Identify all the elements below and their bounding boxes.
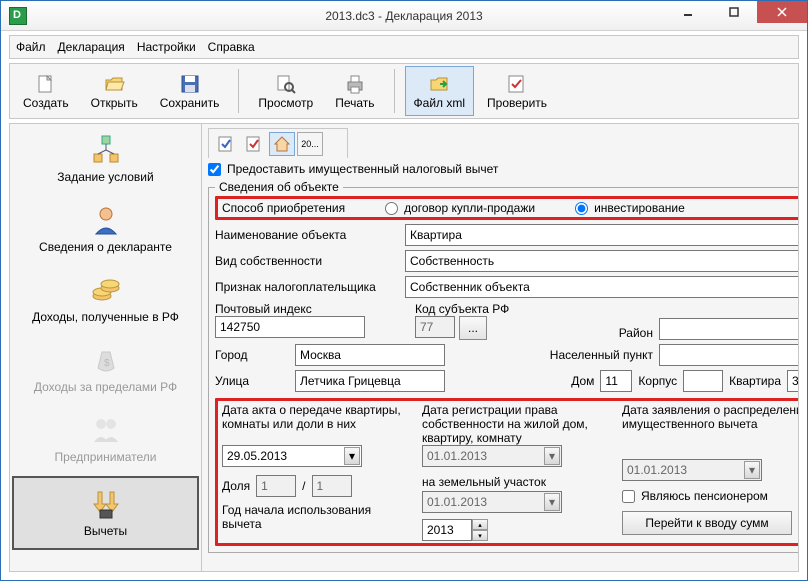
printer-icon (343, 72, 367, 96)
subject-code-label: Код субъекта РФ (415, 302, 509, 316)
open-button[interactable]: Открыть (82, 66, 147, 116)
content: 20... Предоставить имущественный налогов… (202, 124, 798, 571)
street-input[interactable] (295, 370, 445, 392)
reg-date-label: Дата регистрации права собственности на … (422, 403, 612, 445)
coins-icon (90, 274, 122, 306)
sidebar-item-income-abroad: $ Доходы за пределами РФ (10, 334, 201, 404)
postal-input[interactable] (215, 316, 365, 338)
share-label: Доля (222, 479, 250, 493)
apartment-input[interactable] (787, 370, 798, 392)
window-title: 2013.dc3 - Декларация 2013 (325, 9, 482, 23)
sidebar-item-conditions[interactable]: Задание условий (10, 124, 201, 194)
house-input[interactable] (600, 370, 632, 392)
radio-purchase[interactable]: договор купли-продажи (385, 201, 535, 215)
object-name-select[interactable]: Квартира ▾ (405, 224, 798, 246)
chevron-down-icon: ▾ (544, 447, 560, 465)
building-label: Корпус (638, 374, 677, 388)
magnifier-icon (274, 72, 298, 96)
building-input[interactable] (683, 370, 723, 392)
save-button[interactable]: Сохранить (151, 66, 229, 116)
maximize-button[interactable] (711, 1, 757, 23)
spin-down[interactable]: ▾ (472, 530, 488, 541)
preview-button[interactable]: Просмотр (249, 66, 322, 116)
app-icon (9, 7, 27, 25)
year-start-input[interactable] (422, 519, 472, 541)
object-name-label: Наименование объекта (215, 228, 405, 242)
object-info-legend: Сведения об объекте (215, 180, 343, 194)
share-den (312, 475, 352, 497)
apartment-label: Квартира (729, 374, 781, 388)
menu-help[interactable]: Справка (208, 40, 255, 54)
street-label: Улица (215, 374, 295, 388)
subject-code-input (415, 316, 455, 338)
check-button[interactable]: Проверить (478, 66, 556, 116)
toolbar: Создать Открыть Сохранить Просмотр Печат… (9, 63, 799, 119)
sidebar-item-declarant[interactable]: Сведения о декларанте (10, 194, 201, 264)
postal-label: Почтовый индекс (215, 302, 405, 316)
year-start-label: Год начала использования вычета (222, 503, 412, 531)
deductions-icon (90, 488, 122, 520)
ownership-type-label: Вид собственности (215, 254, 405, 268)
close-button[interactable] (757, 1, 807, 23)
mini-btn-20[interactable]: 20... (297, 132, 323, 156)
radio-invest[interactable]: инвестирование (575, 201, 685, 215)
print-button[interactable]: Печать (326, 66, 383, 116)
locality-label: Населенный пункт (550, 348, 653, 362)
chevron-down-icon: ▾ (744, 461, 760, 479)
pensioner-checkbox-row[interactable]: Являюсь пенсионером (622, 489, 798, 503)
sidebar-item-deductions[interactable]: Вычеты (12, 476, 199, 550)
district-input[interactable] (659, 318, 798, 340)
new-file-icon (34, 72, 58, 96)
titlebar: 2013.dc3 - Декларация 2013 (1, 1, 807, 31)
go-to-sums-button[interactable]: Перейти к вводу сумм (622, 511, 792, 535)
taxpayer-sign-select[interactable]: Собственник объекта ▾ (405, 276, 798, 298)
minimize-button[interactable] (665, 1, 711, 23)
locality-input[interactable] (659, 344, 798, 366)
menubar: Файл Декларация Настройки Справка (9, 35, 799, 59)
sidebar-item-entrepreneurs: Предприниматели (10, 404, 201, 474)
land-reg-label: на земельный участок (422, 475, 612, 489)
sidebar-item-income-rf[interactable]: Доходы, полученные в РФ (10, 264, 201, 334)
conditions-icon (90, 134, 122, 166)
subject-code-browse[interactable]: ... (459, 316, 487, 340)
city-label: Город (215, 348, 295, 362)
mini-btn-house[interactable] (269, 132, 295, 156)
city-input[interactable] (295, 344, 445, 366)
person-icon (90, 204, 122, 236)
mini-btn-1[interactable] (213, 132, 239, 156)
sidebar: Задание условий Сведения о декларанте До… (10, 124, 202, 571)
menu-declaration[interactable]: Декларация (58, 40, 125, 54)
ownership-type-select[interactable]: Собственность ▾ (405, 250, 798, 272)
folder-open-icon (102, 72, 126, 96)
mini-toolbar: 20... (208, 128, 348, 158)
mini-btn-2[interactable] (241, 132, 267, 156)
people-icon (90, 414, 122, 446)
create-button[interactable]: Создать (14, 66, 78, 116)
land-reg-picker[interactable]: 01.01.2013 ▾ (422, 491, 562, 513)
provide-deduction-checkbox[interactable] (208, 163, 221, 176)
money-bag-icon: $ (90, 344, 122, 376)
provide-deduction-label: Предоставить имущественный налоговый выч… (227, 162, 498, 176)
pensioner-checkbox[interactable] (622, 490, 635, 503)
act-date-label: Дата акта о передаче квартиры, комнаты и… (222, 403, 412, 445)
house-label: Дом (571, 374, 594, 388)
checkmark-icon (505, 72, 529, 96)
menu-file[interactable]: Файл (16, 40, 46, 54)
statement-date-picker[interactable]: 01.01.2013 ▾ (622, 459, 762, 481)
folder-export-icon (427, 72, 451, 96)
chevron-down-icon: ▾ (544, 493, 560, 511)
district-label: Район (619, 326, 653, 340)
export-xml-button[interactable]: Файл xml (405, 66, 475, 116)
reg-date-picker[interactable]: 01.01.2013 ▾ (422, 445, 562, 467)
chevron-down-icon: ▾ (344, 447, 360, 465)
share-num (256, 475, 296, 497)
menu-settings[interactable]: Настройки (137, 40, 196, 54)
spin-up[interactable]: ▴ (472, 519, 488, 530)
floppy-icon (178, 72, 202, 96)
act-date-picker[interactable]: 29.05.2013 ▾ (222, 445, 362, 467)
svg-text:$: $ (104, 358, 110, 369)
statement-date-label: Дата заявления о распределении имуществе… (622, 403, 798, 459)
taxpayer-sign-label: Признак налогоплательщика (215, 280, 405, 294)
acq-method-label: Способ приобретения (222, 201, 345, 215)
